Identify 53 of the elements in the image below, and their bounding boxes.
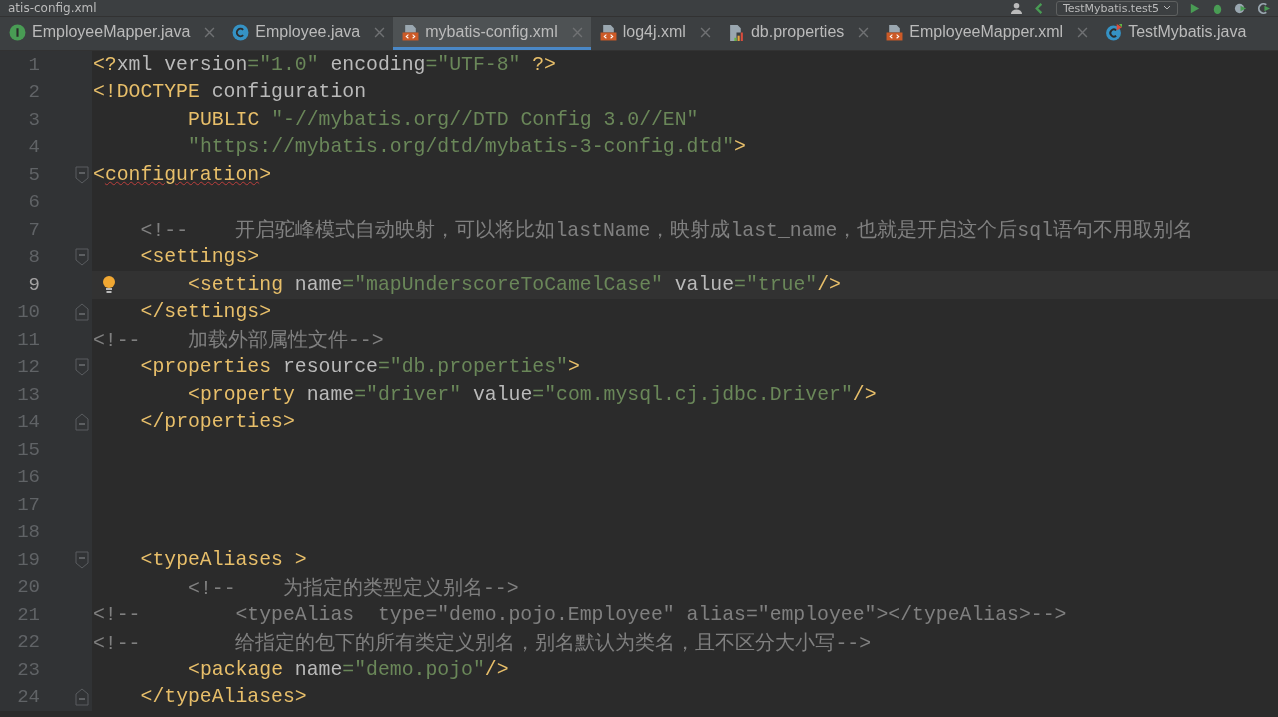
editor-tab[interactable]: log4j.xml	[590, 17, 719, 50]
fold-marker-icon[interactable]	[75, 248, 89, 267]
xml-file-icon	[599, 23, 617, 41]
code-line: <!-- 为指定的类型定义别名-->	[188, 576, 519, 601]
editor-tab[interactable]: db.properties	[718, 17, 878, 50]
code-line: <configuration>	[93, 163, 272, 186]
code-line: </typeAliases>	[140, 686, 307, 709]
close-icon[interactable]	[571, 26, 583, 38]
close-icon[interactable]	[699, 26, 711, 38]
line-number: 9	[27, 273, 40, 296]
code-line: <property name="driver" value="com.mysql.cj.jdbc.Driver"/>	[188, 383, 877, 406]
fold-marker-icon[interactable]	[75, 165, 89, 184]
code-line: <package name="demo.pojo"/>	[188, 658, 509, 681]
xml-file-icon	[886, 23, 904, 41]
caret-icon	[1163, 5, 1171, 11]
code-line: <!DOCTYPE configuration	[93, 81, 367, 104]
code-line: </settings>	[140, 301, 272, 324]
code-line: <!-- 给指定的包下的所有类定义别名，别名默认为类名，且不区分大小写-->	[93, 631, 872, 656]
code-line: <!-- <typeAlias type="demo.pojo.Employee" alias="employee"></typeAlias>-->	[93, 603, 1067, 626]
editor-tab[interactable]: Employee.java	[223, 17, 394, 50]
code-line: <!-- 加载外部属性文件-->	[93, 328, 384, 354]
code-line: <?xml version="1.0" encoding="UTF-8" ?>	[93, 53, 556, 76]
code-line: <setting name="mapUnderscoreToCamelCase" value="true"/>	[188, 273, 841, 296]
window-title: atis-config.xml	[8, 1, 98, 15]
code-line: <properties resource="db.properties">	[140, 356, 580, 379]
code-line: <typeAliases >	[140, 548, 307, 571]
run-configuration-dropdown[interactable]: TestMybatis.test5	[1055, 0, 1178, 16]
editor-tab[interactable]: mybatis-config.xml	[393, 17, 591, 50]
chart-file-icon	[727, 23, 745, 41]
fold-marker-icon[interactable]	[75, 303, 89, 322]
editor-tab[interactable]: EmployeeMapper.java	[0, 17, 224, 50]
fold-marker-icon[interactable]	[75, 688, 89, 707]
fold-marker-icon[interactable]	[75, 550, 89, 569]
fold-marker-icon[interactable]	[75, 413, 89, 432]
code-line: <!-- 开启驼峰模式自动映射，可以将比如lastName，映射成last_name，也就是开启这个后sql语句不用取别名	[140, 218, 1193, 244]
xml-file-icon	[402, 23, 420, 41]
close-icon[interactable]	[374, 26, 386, 38]
code-line: "https://mybatis.org/dtd/mybatis-3-config.dtd">	[188, 136, 746, 159]
code-line: </properties>	[140, 411, 295, 434]
fold-marker-icon[interactable]	[75, 358, 89, 377]
editor-tab[interactable]: TestMybatis.java	[1096, 17, 1255, 50]
close-icon[interactable]	[204, 26, 216, 38]
close-icon[interactable]	[1077, 26, 1089, 38]
lightbulb-icon[interactable]	[101, 274, 117, 295]
close-icon[interactable]	[858, 26, 870, 38]
user-icon[interactable]	[1009, 1, 1023, 15]
class-icon	[232, 23, 250, 41]
interface-icon	[9, 23, 26, 41]
code-line: <settings>	[140, 246, 260, 269]
code-line: PUBLIC "-//mybatis.org//DTD Config 3.0//EN"	[188, 108, 699, 131]
class-icon	[1105, 23, 1123, 41]
run-icon[interactable]	[1188, 1, 1201, 15]
editor-tab[interactable]: EmployeeMapper.xml	[877, 17, 1097, 50]
